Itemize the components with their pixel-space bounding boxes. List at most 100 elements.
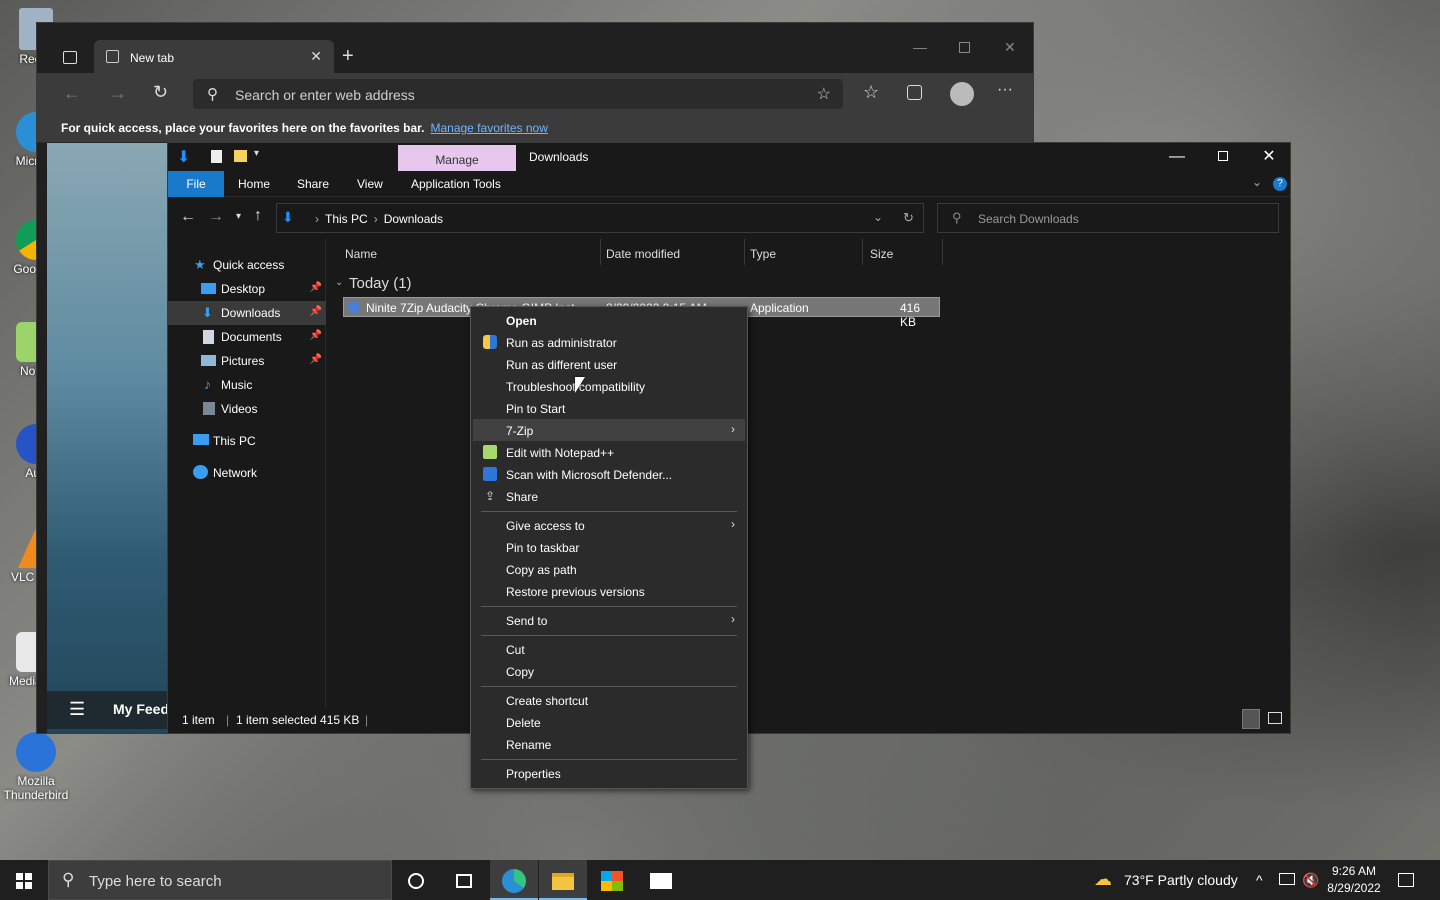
add-favorite-icon[interactable]: ☆ (817, 84, 831, 104)
breadcrumb-downloads[interactable]: Downloads (384, 212, 443, 226)
menu-item-pin-to-start[interactable]: Pin to Start (473, 397, 745, 419)
nav-item-network[interactable]: Network (168, 461, 326, 485)
back-arrow-icon[interactable]: ← (63, 83, 81, 104)
notification-center-icon[interactable] (1398, 873, 1414, 887)
forward-arrow-icon[interactable]: → (208, 208, 224, 226)
menu-item-send-to[interactable]: Send to › (473, 609, 745, 631)
minimize-button[interactable]: — (1154, 143, 1200, 171)
manage-tab[interactable]: Manage (398, 145, 516, 173)
column-header-size[interactable]: Size (870, 247, 893, 261)
recent-locations-icon[interactable]: ▾ (236, 211, 241, 222)
back-arrow-icon[interactable]: ← (180, 208, 196, 226)
profile-avatar[interactable] (950, 82, 974, 106)
menu-item-edit-with-notepad[interactable]: Edit with Notepad++ (473, 441, 745, 463)
menu-item-give-access-to[interactable]: Give access to › (473, 514, 745, 536)
weather-text[interactable]: 73°F Partly cloudy (1124, 872, 1238, 888)
close-tab-icon[interactable]: ✕ (310, 48, 322, 65)
column-header-name[interactable]: Name (345, 247, 377, 261)
nav-item-quick-access[interactable]: ★ Quick access (168, 253, 326, 277)
weather-icon[interactable]: ☁ (1094, 869, 1112, 890)
minimize-button[interactable]: — (913, 39, 927, 55)
menu-item-copy[interactable]: Copy (473, 660, 745, 682)
nav-item-videos[interactable]: Videos (168, 397, 326, 421)
search-downloads-input[interactable]: ⚲ Search Downloads (937, 203, 1279, 233)
menu-item-run-as-administrator[interactable]: Run as administrator (473, 331, 745, 353)
group-header-today[interactable]: Today (1) (349, 275, 412, 292)
column-header-type[interactable]: Type (750, 247, 776, 261)
nav-item-music[interactable]: ♪ Music (168, 373, 326, 397)
breadcrumb-this-pc[interactable]: This PC (325, 212, 368, 226)
favorites-icon[interactable]: ☆ (863, 82, 879, 103)
collections-icon[interactable] (907, 85, 922, 100)
help-icon[interactable]: ? (1273, 177, 1287, 191)
new-folder-icon[interactable] (234, 150, 247, 162)
menu-item-cut[interactable]: Cut (473, 638, 745, 660)
menu-item-7-zip[interactable]: 7-Zip › (473, 419, 745, 441)
collapse-group-icon[interactable]: ⌄ (335, 277, 343, 288)
task-view-button[interactable] (440, 860, 488, 900)
new-tab-button[interactable]: + (342, 45, 354, 68)
menu-item-delete[interactable]: Delete (473, 711, 745, 733)
maximize-button[interactable] (1200, 143, 1246, 171)
menu-item-open[interactable]: Open (473, 309, 745, 331)
close-button[interactable]: ✕ (1246, 143, 1292, 171)
taskbar-search-box[interactable]: ⚲ Type here to search (48, 860, 392, 900)
menu-item-troubleshoot-compatibility[interactable]: Troubleshoot compatibility (473, 375, 745, 397)
customize-toolbar-icon[interactable]: ▾ (254, 148, 259, 159)
menu-item-restore-previous-versions[interactable]: Restore previous versions (473, 580, 745, 602)
ribbon-tab-view[interactable]: View (357, 177, 383, 191)
tab-actions-icon[interactable] (63, 51, 77, 64)
chevron-up-icon[interactable]: ^ (1256, 872, 1263, 888)
menu-item-properties[interactable]: Properties (473, 762, 745, 784)
column-divider[interactable] (744, 239, 745, 265)
menu-item-run-as-different-user[interactable]: Run as different user (473, 353, 745, 375)
up-arrow-icon[interactable]: ↑ (254, 207, 262, 225)
ribbon-tab-home[interactable]: Home (238, 177, 270, 191)
nav-item-desktop[interactable]: Desktop 📌 (168, 277, 326, 301)
ribbon-tab-share[interactable]: Share (297, 177, 329, 191)
nav-item-pictures[interactable]: Pictures 📌 (168, 349, 326, 373)
volume-muted-icon[interactable]: 🔇 (1302, 872, 1319, 889)
menu-item-scan-with-defender[interactable]: Scan with Microsoft Defender... (473, 463, 745, 485)
system-clock[interactable]: 9:26 AM 8/29/2022 (1325, 863, 1383, 897)
expand-ribbon-icon[interactable]: ⌄ (1252, 175, 1262, 189)
refresh-icon[interactable]: ↻ (153, 82, 168, 103)
taskbar-store-button[interactable] (588, 860, 636, 900)
tab-new-tab[interactable]: New tab ✕ (94, 40, 334, 74)
column-divider[interactable] (862, 239, 863, 265)
manage-favorites-link[interactable]: Manage favorites now (430, 121, 547, 135)
my-feed-label[interactable]: My Feed (113, 701, 169, 717)
column-header-date-modified[interactable]: Date modified (606, 247, 680, 261)
ribbon-tab-file[interactable]: File (168, 171, 224, 197)
explorer-address-bar[interactable]: ⬇ › This PC › Downloads ⌄ ↻ (276, 203, 924, 233)
taskbar-edge-button[interactable] (490, 860, 538, 900)
properties-icon[interactable] (211, 150, 222, 163)
column-divider[interactable] (942, 239, 943, 265)
maximize-button[interactable] (959, 42, 970, 53)
taskbar-mail-button[interactable] (637, 860, 685, 900)
ribbon-tab-application-tools[interactable]: Application Tools (411, 177, 501, 191)
hamburger-menu-icon[interactable]: ☰ (69, 699, 85, 720)
forward-arrow-icon[interactable]: → (109, 83, 127, 104)
menu-item-rename[interactable]: Rename (473, 733, 745, 755)
nav-item-this-pc[interactable]: This PC (168, 429, 326, 453)
nav-item-downloads[interactable]: ⬇ Downloads 📌 (168, 301, 326, 325)
menu-item-pin-to-taskbar[interactable]: Pin to taskbar (473, 536, 745, 558)
quick-access-down-arrow-icon[interactable]: ⬇ (177, 147, 190, 167)
menu-item-create-shortcut[interactable]: Create shortcut (473, 689, 745, 711)
more-options-icon[interactable]: ··· (997, 81, 1013, 99)
network-icon[interactable] (1279, 873, 1295, 885)
cortana-button[interactable] (392, 860, 440, 900)
large-icons-view-icon[interactable] (1268, 712, 1282, 724)
menu-item-copy-as-path[interactable]: Copy as path (473, 558, 745, 580)
details-view-icon[interactable] (1242, 709, 1260, 729)
start-button[interactable] (0, 860, 48, 900)
address-bar[interactable]: ⚲ Search or enter web address ☆ (193, 79, 843, 109)
nav-item-documents[interactable]: Documents 📌 (168, 325, 326, 349)
menu-item-share[interactable]: ⇪ Share (473, 485, 745, 507)
column-divider[interactable] (600, 239, 601, 265)
close-button[interactable]: ✕ (1004, 39, 1016, 56)
refresh-icon[interactable]: ↻ (903, 210, 914, 226)
taskbar-file-explorer-button[interactable] (539, 860, 587, 900)
desktop-icon-thunderbird[interactable]: Mozilla Thunderbird (0, 732, 72, 802)
